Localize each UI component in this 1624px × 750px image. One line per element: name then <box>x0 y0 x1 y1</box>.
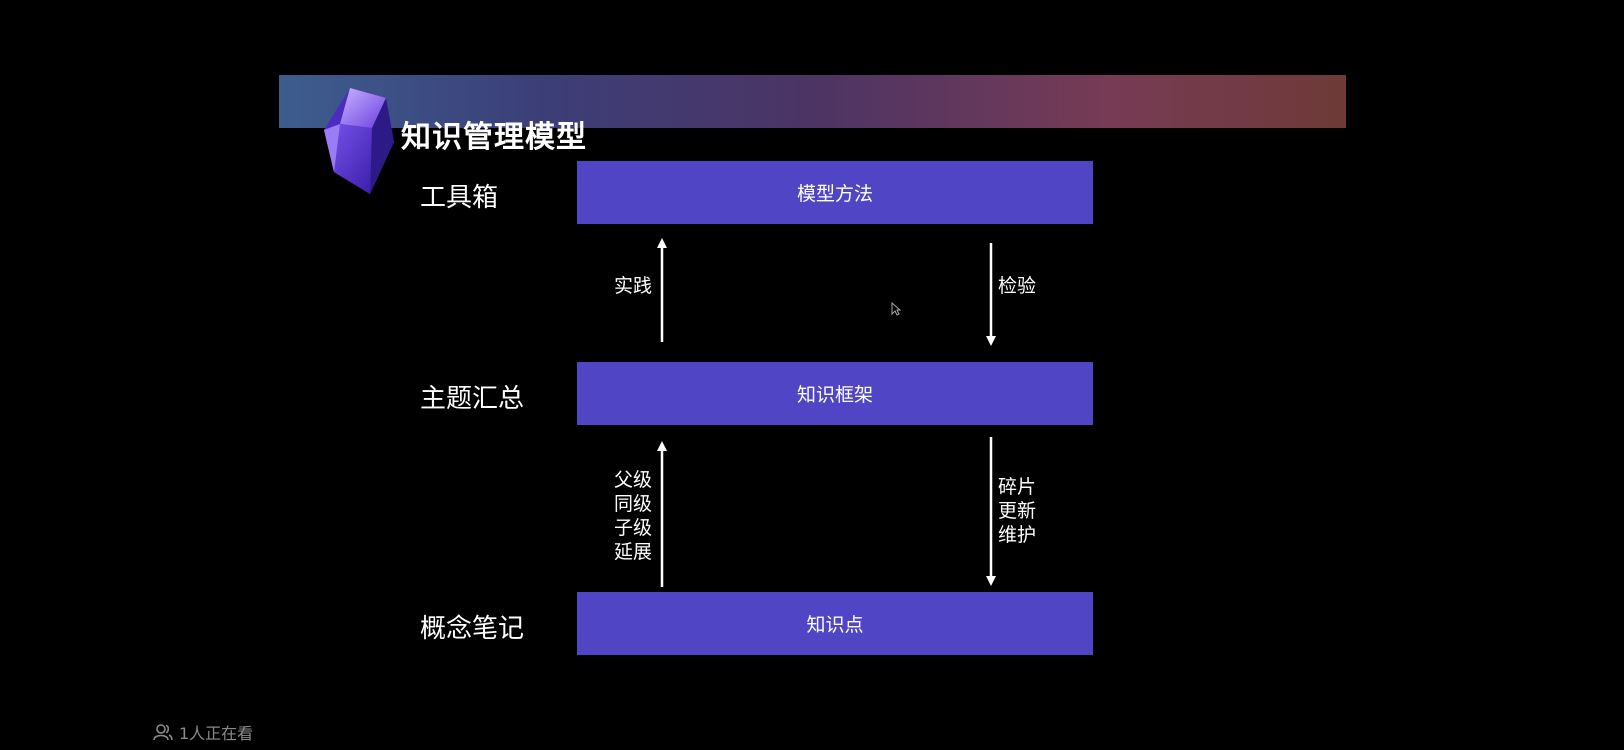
viewers-icon <box>153 724 173 741</box>
viewer-count: 1人正在看 <box>153 720 253 744</box>
slide: 知识管理模型 工具箱 主题汇总 概念笔记 模型方法 知识框架 知识点 实践 检验… <box>0 0 1624 750</box>
arrow-up-hierarchy <box>657 441 667 587</box>
box-knowledge-framework: 知识框架 <box>577 362 1093 425</box>
slide-title: 知识管理模型 <box>401 120 587 155</box>
edge-label-practice: 实践 <box>614 275 653 297</box>
arrow-down-maintenance <box>986 437 996 586</box>
arrow-up-practice <box>657 238 667 342</box>
mouse-cursor-icon <box>891 302 901 316</box>
edge-label-verify: 检验 <box>998 275 1037 297</box>
edge-label-maintenance: 碎片 更新 维护 <box>998 476 1037 546</box>
level-label-toolbox: 工具箱 <box>420 183 499 213</box>
box-model-methods: 模型方法 <box>577 161 1093 224</box>
level-label-concept-notes: 概念笔记 <box>420 614 525 644</box>
arrow-down-verify <box>986 243 996 346</box>
edge-label-hierarchy: 父级 同级 子级 延展 <box>614 469 653 563</box>
obsidian-logo-icon <box>324 88 394 194</box>
box-knowledge-point: 知识点 <box>577 592 1093 655</box>
viewer-count-text: 1人正在看 <box>179 724 254 743</box>
level-label-topic-summary: 主题汇总 <box>420 384 525 414</box>
